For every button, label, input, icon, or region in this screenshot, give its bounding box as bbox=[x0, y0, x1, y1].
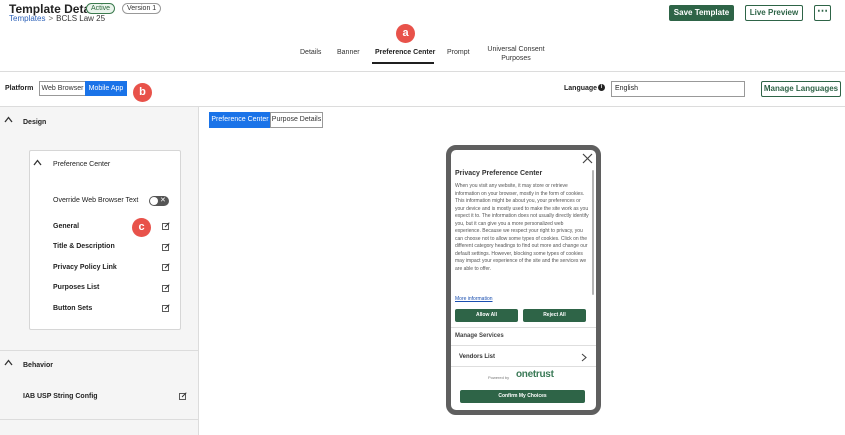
edit-icon[interactable] bbox=[162, 243, 170, 251]
confirm-my-choices-button[interactable]: Confirm My Choices bbox=[460, 390, 585, 403]
breadcrumb: Templates > BCLS Law 25 bbox=[9, 14, 105, 23]
manage-languages-button[interactable]: Manage Languages bbox=[761, 81, 841, 97]
manage-services-heading: Manage Services bbox=[455, 333, 504, 339]
active-tab-underline bbox=[372, 62, 434, 64]
breadcrumb-templates-link[interactable]: Templates bbox=[9, 14, 45, 23]
annotation-badge-b: b bbox=[133, 83, 152, 102]
edit-icon[interactable] bbox=[162, 222, 170, 230]
language-select[interactable]: English bbox=[611, 81, 745, 97]
chevron-up-icon[interactable] bbox=[4, 116, 13, 125]
sidebar-item-title-description[interactable]: Title & Description bbox=[53, 243, 115, 250]
platform-label: Platform bbox=[5, 85, 34, 92]
chevron-right-icon[interactable] bbox=[581, 353, 587, 362]
tab-details[interactable]: Details bbox=[300, 49, 321, 56]
preview-divider bbox=[451, 366, 596, 367]
header-divider bbox=[0, 71, 845, 72]
preview-title: Privacy Preference Center bbox=[455, 170, 543, 177]
edit-icon[interactable] bbox=[179, 392, 187, 400]
behavior-section-header[interactable]: Behavior bbox=[23, 362, 53, 369]
more-options-button[interactable]: ⋯ bbox=[814, 5, 831, 21]
live-preview-button[interactable]: Live Preview bbox=[745, 5, 803, 21]
preview-tab-preference-center[interactable]: Preference Center bbox=[209, 112, 271, 128]
onetrust-logo: onetrust bbox=[516, 369, 554, 380]
vendors-list-item[interactable]: Vendors List bbox=[459, 354, 495, 360]
mobile-preview-frame: Privacy Preference Center When you visit… bbox=[446, 145, 601, 415]
edit-icon[interactable] bbox=[162, 263, 170, 271]
sidebar-item-purposes-list[interactable]: Purposes List bbox=[53, 284, 99, 291]
chevron-up-icon[interactable] bbox=[33, 159, 42, 168]
override-toggle[interactable]: ✕ bbox=[149, 196, 169, 206]
preview-divider bbox=[451, 345, 596, 346]
status-badge: Active bbox=[86, 3, 116, 14]
platform-mobile-app-option[interactable]: Mobile App bbox=[85, 81, 127, 96]
breadcrumb-separator: > bbox=[48, 14, 54, 23]
preview-divider bbox=[451, 327, 596, 328]
sidebar-item-button-sets[interactable]: Button Sets bbox=[53, 305, 92, 312]
tab-universal-consent-purposes[interactable]: Universal Consent Purposes bbox=[486, 45, 546, 63]
powered-by-label: Powered by bbox=[488, 375, 510, 380]
breadcrumb-current: BCLS Law 25 bbox=[56, 14, 106, 23]
design-section-header[interactable]: Design bbox=[23, 119, 46, 126]
tab-banner[interactable]: Banner bbox=[337, 49, 360, 56]
sidebar-item-general[interactable]: General bbox=[53, 223, 79, 230]
tab-prompt[interactable]: Prompt bbox=[447, 49, 470, 56]
close-icon[interactable] bbox=[582, 153, 593, 164]
platform-web-browser-option[interactable]: Web Browser bbox=[39, 81, 85, 96]
version-badge: Version 1 bbox=[122, 3, 162, 14]
sidebar-item-privacy-policy-link[interactable]: Privacy Policy Link bbox=[53, 264, 117, 271]
preview-tab-purpose-details[interactable]: Purpose Details bbox=[270, 112, 323, 128]
annotation-badge-c: c bbox=[132, 218, 151, 237]
sidebar-divider bbox=[0, 419, 199, 420]
allow-all-button[interactable]: Allow All bbox=[455, 309, 518, 322]
chevron-up-icon[interactable] bbox=[4, 359, 13, 368]
reject-all-button[interactable]: Reject All bbox=[523, 309, 586, 322]
save-template-button[interactable]: Save Template bbox=[669, 5, 734, 21]
sidebar-item-iab-usp-string-config[interactable]: IAB USP String Config bbox=[23, 393, 98, 400]
annotation-badge-a: a bbox=[396, 24, 415, 43]
edit-icon[interactable] bbox=[162, 304, 170, 312]
preview-description: When you visit any website, it may store… bbox=[455, 183, 589, 272]
sidebar-divider bbox=[0, 350, 199, 351]
language-label: Language bbox=[564, 85, 598, 92]
override-web-browser-text-label: Override Web Browser Text bbox=[53, 197, 139, 204]
tab-preference-center[interactable]: Preference Center bbox=[375, 49, 435, 56]
preference-center-card bbox=[29, 150, 181, 330]
more-information-link[interactable]: More information bbox=[455, 296, 493, 302]
edit-icon[interactable] bbox=[162, 284, 170, 292]
info-icon[interactable]: i bbox=[598, 84, 605, 91]
preference-center-card-title[interactable]: Preference Center bbox=[53, 161, 110, 168]
preview-scrollbar[interactable] bbox=[592, 170, 594, 295]
